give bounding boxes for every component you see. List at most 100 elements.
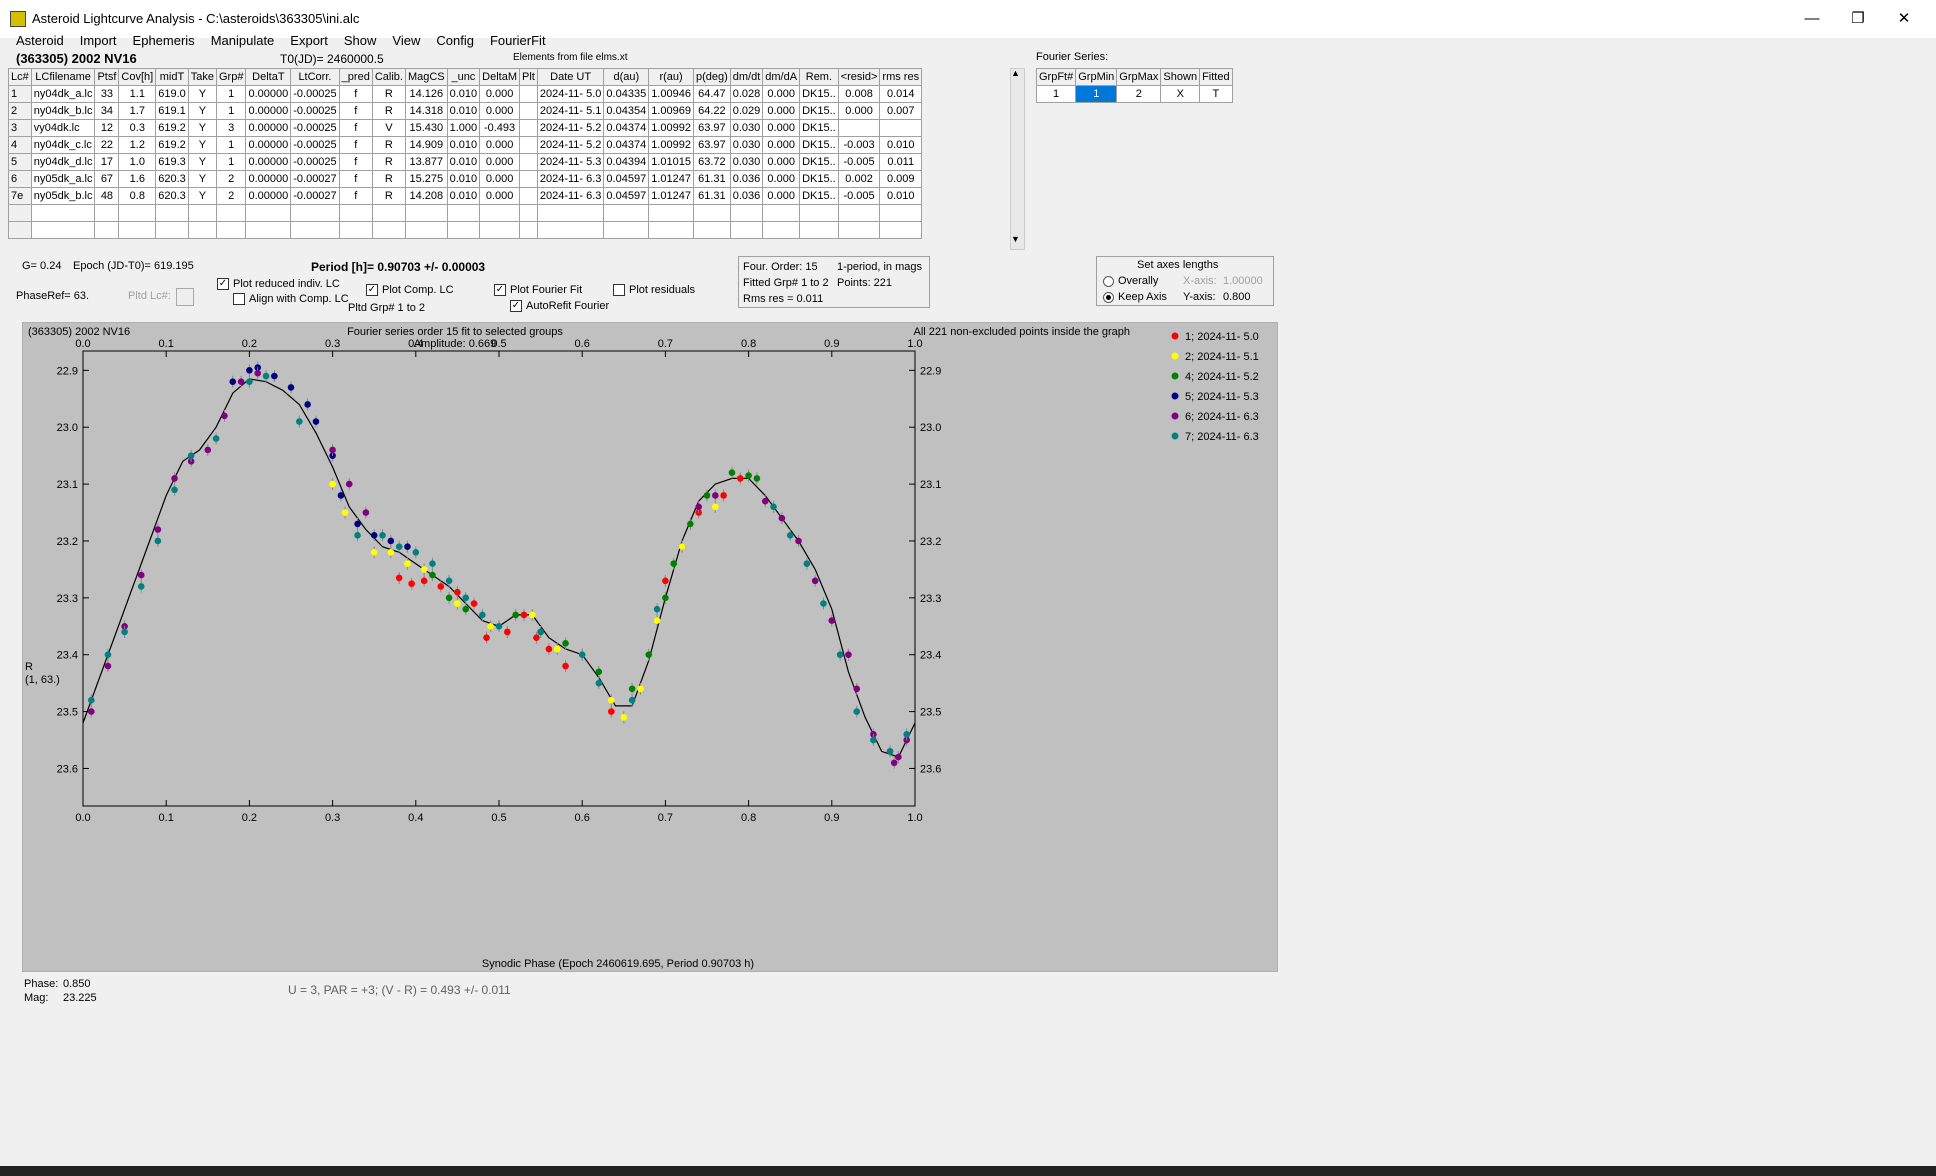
lc-cell[interactable] (290, 204, 340, 222)
lc-cell[interactable]: 0.00000 (245, 187, 292, 205)
lc-cell[interactable]: 0.000 (479, 153, 520, 171)
lc-cell[interactable] (479, 204, 520, 222)
lc-cell[interactable]: 1.7 (118, 102, 157, 120)
lc-cell[interactable] (30, 204, 96, 222)
lc-cell[interactable] (245, 204, 292, 222)
lc-col-header[interactable]: dm/dA (762, 68, 801, 86)
lc-cell[interactable] (8, 221, 32, 239)
lc-cell[interactable]: 0.04335 (603, 85, 650, 103)
lc-cell[interactable] (118, 221, 157, 239)
lc-cell[interactable]: ny04dk_c.lc (30, 136, 96, 154)
lc-cell[interactable] (187, 221, 218, 239)
lc-cell[interactable]: 0.000 (762, 136, 801, 154)
lc-cell[interactable]: 2 (215, 187, 247, 205)
lc-cell[interactable]: R (371, 136, 406, 154)
lc-cell[interactable]: DK15.. (799, 153, 839, 171)
lc-cell[interactable]: 1.01247 (648, 187, 694, 205)
lc-cell[interactable]: 1.6 (118, 170, 157, 188)
lc-cell[interactable]: 2024-11- 6.3 (536, 170, 605, 188)
lc-col-header[interactable]: midT (155, 68, 189, 86)
lc-cell[interactable]: 1 (215, 136, 247, 154)
lc-cell[interactable]: 0.00000 (245, 85, 292, 103)
plot-residuals-checkbox[interactable]: Plot residuals (613, 284, 695, 297)
lc-cell[interactable]: R (371, 170, 406, 188)
lc-cell[interactable] (519, 221, 538, 239)
lc-cell[interactable]: -0.00027 (290, 170, 340, 188)
lc-cell[interactable]: 0.010 (446, 187, 481, 205)
lc-cell[interactable]: 0.000 (479, 187, 520, 205)
lc-cell[interactable]: 2024-11- 5.1 (536, 102, 605, 120)
lc-cell[interactable]: 0.029 (729, 102, 764, 120)
lc-cell[interactable]: 0.04597 (603, 170, 650, 188)
lc-row-number[interactable]: 6 (8, 170, 32, 188)
scroll-up-icon[interactable]: ▲ (1011, 68, 1020, 78)
lc-cell[interactable]: 0.008 (837, 85, 881, 103)
lc-cell[interactable]: -0.00025 (290, 119, 340, 137)
lc-cell[interactable]: R (371, 153, 406, 171)
lc-col-header[interactable]: DeltaM (479, 68, 520, 86)
close-button[interactable]: ✕ (1890, 8, 1918, 30)
lc-cell[interactable]: 67 (94, 170, 120, 188)
lc-cell[interactable] (837, 204, 881, 222)
lc-cell[interactable]: 1.2 (118, 136, 157, 154)
lc-cell[interactable]: 620.3 (155, 170, 189, 188)
minimize-button[interactable]: — (1798, 8, 1826, 30)
lc-col-header[interactable]: DeltaT (245, 68, 292, 86)
lc-row-number[interactable]: 7e (8, 187, 32, 205)
lc-cell[interactable]: 2024-11- 6.3 (536, 187, 605, 205)
lc-cell[interactable] (404, 221, 448, 239)
lc-cell[interactable]: 0.04354 (603, 102, 650, 120)
lc-cell[interactable]: 2024-11- 5.3 (536, 153, 605, 171)
keep-axis-radio[interactable]: Keep Axis (1103, 291, 1167, 303)
menu-config[interactable]: Config (428, 32, 482, 50)
fs-cell[interactable]: 2 (1116, 85, 1162, 103)
lc-cell[interactable]: 0.8 (118, 187, 157, 205)
lc-cell[interactable]: 0.010 (446, 170, 481, 188)
lc-cell[interactable]: 2 (215, 170, 247, 188)
lc-cell[interactable] (729, 204, 764, 222)
lc-cell[interactable]: 619.3 (155, 153, 189, 171)
lc-col-header[interactable]: <resid> (837, 68, 881, 86)
lc-cell[interactable]: 0.000 (762, 85, 801, 103)
lc-cell[interactable]: 64.47 (692, 85, 731, 103)
lc-col-header[interactable]: _unc (446, 68, 481, 86)
lc-cell[interactable]: Y (187, 85, 218, 103)
lc-cell[interactable]: 63.97 (692, 119, 731, 137)
autorefit-checkbox[interactable]: ✓ AutoRefit Fourier (510, 300, 609, 313)
lc-cell[interactable]: 0.000 (479, 170, 520, 188)
lc-cell[interactable]: 2024-11- 5.2 (536, 136, 605, 154)
lc-cell[interactable] (479, 221, 520, 239)
lc-cell[interactable]: 14.126 (404, 85, 448, 103)
lc-col-header[interactable]: Date UT (536, 68, 605, 86)
lc-cell[interactable] (879, 119, 923, 137)
lc-cell[interactable]: -0.493 (479, 119, 520, 137)
lc-row[interactable]: 3 vy04dk.lc 12 0.3 619.2 Y 3 0.00000 -0.00025 f V 1… (8, 119, 923, 137)
lc-cell[interactable] (519, 136, 538, 154)
lc-cell[interactable]: ny04dk_b.lc (30, 102, 96, 120)
lc-cell[interactable]: 1.000 (446, 119, 481, 137)
lc-col-header[interactable]: p(deg) (692, 68, 731, 86)
lc-cell[interactable]: 64.22 (692, 102, 731, 120)
lc-cell[interactable]: -0.00025 (290, 136, 340, 154)
lc-row-number[interactable]: 1 (8, 85, 32, 103)
menu-fourierfit[interactable]: FourierFit (482, 32, 554, 50)
lc-cell[interactable]: Y (187, 170, 218, 188)
lc-cell[interactable] (519, 119, 538, 137)
lc-cell[interactable]: Y (187, 102, 218, 120)
lc-cell[interactable]: 619.0 (155, 85, 189, 103)
lc-cell[interactable]: f (338, 136, 373, 154)
lc-cell[interactable]: 0.00000 (245, 119, 292, 137)
lc-cell[interactable]: ny05dk_a.lc (30, 170, 96, 188)
lc-cell[interactable] (118, 204, 157, 222)
lc-cell[interactable]: 0.000 (762, 102, 801, 120)
menu-asteroid[interactable]: Asteroid (8, 32, 72, 50)
lc-cell[interactable]: DK15.. (799, 136, 839, 154)
lc-cell[interactable] (762, 204, 801, 222)
fs-cell[interactable]: 1 (1035, 85, 1077, 103)
lc-cell[interactable]: f (338, 102, 373, 120)
lc-empty-row[interactable] (8, 221, 923, 239)
lc-cell[interactable]: 0.010 (446, 102, 481, 120)
pltd-lc-spinner[interactable] (176, 288, 194, 306)
fs-cell[interactable]: X (1160, 85, 1201, 103)
plot-reduced-checkbox[interactable]: ✓ Plot reduced indiv. LC (217, 278, 340, 291)
